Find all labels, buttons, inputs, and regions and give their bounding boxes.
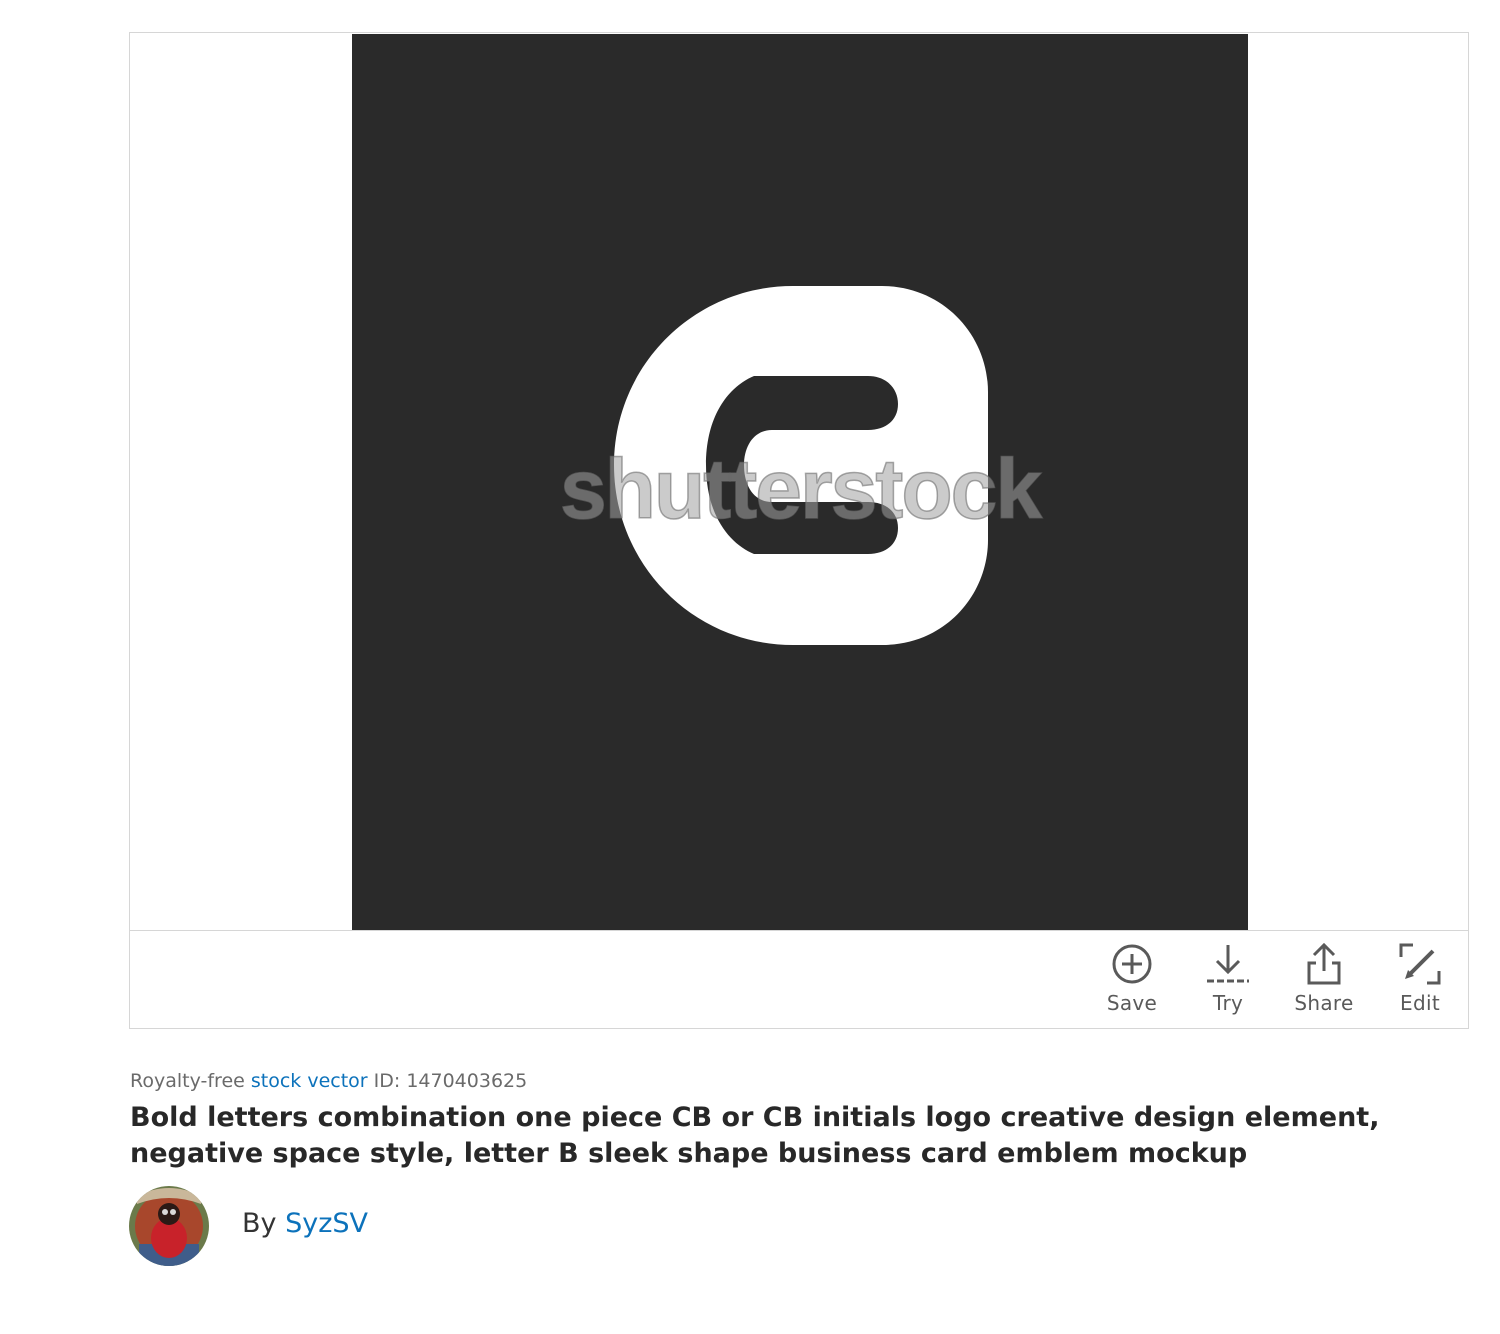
- share-label: Share: [1294, 991, 1354, 1015]
- share-icon: [1307, 942, 1341, 985]
- royalty-free-label: Royalty-free: [130, 1070, 245, 1092]
- image-meta-line: Royalty-free stock vector ID: 1470403625: [130, 1070, 527, 1092]
- author-name-link[interactable]: SyzSV: [285, 1208, 368, 1239]
- author-byline: By SyzSV: [242, 1208, 368, 1239]
- stock-vector-link[interactable]: stock vector: [251, 1070, 368, 1092]
- avatar-photo: [129, 1186, 209, 1266]
- try-label: Try: [1212, 991, 1244, 1015]
- save-label: Save: [1106, 991, 1158, 1015]
- author-row: By SyzSV: [129, 1186, 729, 1266]
- by-label: By: [242, 1208, 277, 1239]
- edit-label: Edit: [1400, 991, 1440, 1015]
- image-id: ID: 1470403625: [373, 1070, 528, 1092]
- stock-image-preview[interactable]: shutterstock: [352, 34, 1248, 930]
- watermark-text: shutterstock: [560, 442, 1042, 536]
- save-button[interactable]: Save: [1092, 941, 1172, 1021]
- image-actions-bar: Save Try Share Edit: [130, 930, 1468, 1028]
- cb-logo-image: shutterstock: [352, 34, 1248, 930]
- image-title: Bold letters combination one piece CB or…: [130, 1102, 1380, 1169]
- edit-pencil-icon: [1399, 943, 1441, 985]
- share-button[interactable]: Share: [1284, 941, 1364, 1021]
- plus-circle-icon: [1112, 944, 1152, 984]
- download-icon: [1207, 945, 1249, 983]
- avatar[interactable]: [129, 1186, 209, 1266]
- image-card: shutterstock Save Try Share Edit: [129, 32, 1469, 1029]
- edit-button[interactable]: Edit: [1380, 941, 1460, 1021]
- try-button[interactable]: Try: [1188, 941, 1268, 1021]
